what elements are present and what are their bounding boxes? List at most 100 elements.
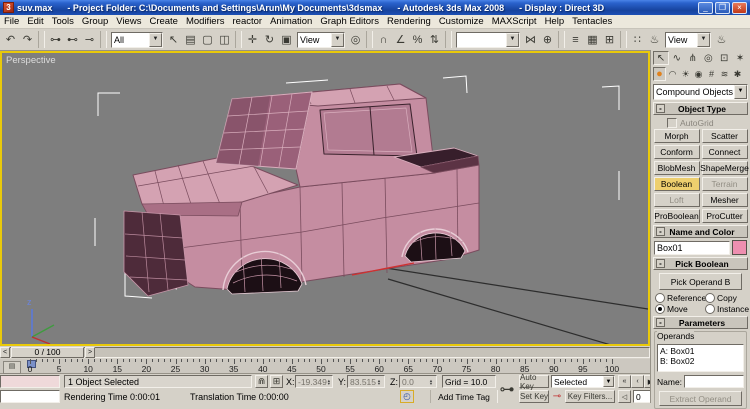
auto-key-button[interactable]: Auto Key [519,373,549,391]
name-color-rollout-header[interactable]: - Name and Color [653,225,748,238]
bind-to-space-warp-icon[interactable]: ⊸ [81,31,98,48]
named-selection-sets-dropdown[interactable]: ▼ [456,31,520,48]
time-slider-track[interactable] [0,347,650,358]
car-side-window[interactable] [319,103,418,157]
operand-item[interactable]: B: Box02 [660,356,741,366]
select-link-icon[interactable]: ⊶ [47,31,64,48]
collapse-icon[interactable]: - [656,227,665,236]
select-scale-icon[interactable]: ▣ [278,31,295,48]
key-mode-toggle-icon[interactable]: ◁ [618,390,631,403]
use-pivot-point-icon[interactable]: ◎ [347,31,364,48]
chevron-down-icon[interactable]: ▼ [734,85,747,99]
menu-customize[interactable]: Customize [435,16,488,28]
lights-category-icon[interactable]: ☀ [679,67,692,81]
time-slider-prev-button[interactable]: < [0,347,10,358]
previous-frame-button[interactable]: ‹ [631,375,644,388]
time-slider-handle[interactable]: 0 / 100 [11,347,84,358]
proboolean-button[interactable]: ProBoolean [653,209,700,223]
chevron-down-icon[interactable]: ▼ [331,32,344,47]
quick-render-icon[interactable]: ♨ [713,31,730,48]
key-mode-dropdown[interactable]: Selected ▼ [551,375,615,388]
render-setup-icon[interactable]: ♨ [646,31,663,48]
chevron-down-icon[interactable]: ▼ [697,32,710,47]
render-type-dropdown[interactable]: View ▼ [665,31,711,48]
viewport-perspective[interactable]: Perspective z [0,51,650,346]
menu-maxscript[interactable]: MAXScript [488,16,541,28]
modify-tab-icon[interactable]: ∿ [669,51,685,65]
systems-category-icon[interactable]: ✱ [731,67,744,81]
radio-copy[interactable]: Copy [705,293,749,303]
menu-group[interactable]: Group [78,16,112,28]
morph-button[interactable]: Morph [653,129,700,143]
x-coordinate-field[interactable]: -19.349 ▲ ▼ [295,375,333,388]
pick-boolean-rollout-header[interactable]: - Pick Boolean [653,257,748,270]
angle-snap-icon[interactable]: ∠ [392,31,409,48]
parameters-rollout-header[interactable]: - Parameters [653,316,748,329]
curve-editor-icon[interactable]: ▦ [584,31,601,48]
pick-operand-b-button[interactable]: Pick Operand B [659,273,742,290]
menu-edit[interactable]: Edit [23,16,47,28]
key-filters-button[interactable]: Key Filters... [565,390,615,403]
conform-button[interactable]: Conform [653,145,700,159]
motion-tab-icon[interactable]: ◎ [701,51,717,65]
create-tab-icon[interactable]: ↖ [653,51,669,65]
operand-item[interactable]: A: Box01 [660,346,741,356]
display-tab-icon[interactable]: ⊡ [716,51,732,65]
scatter-button[interactable]: Scatter [701,129,748,143]
snap-toggle-icon[interactable]: ∩ [375,31,392,48]
select-rotate-icon[interactable]: ↻ [261,31,278,48]
collapse-icon[interactable]: - [656,259,665,268]
geometry-category-icon[interactable]: ● [653,67,666,81]
menu-tools[interactable]: Tools [48,16,78,28]
radio-instance[interactable]: Instance [705,304,749,314]
menu-file[interactable]: File [0,16,23,28]
object-color-swatch[interactable] [732,240,747,255]
object-type-rollout-header[interactable]: - Object Type [653,102,748,115]
shapemerge-button[interactable]: ShapeMerge [700,161,749,175]
layer-manager-icon[interactable]: ≡ [567,31,584,48]
viewport-label[interactable]: Perspective [6,55,56,66]
set-key-icon[interactable]: ⊸ [551,390,563,403]
boolean-button[interactable]: Boolean [653,177,700,191]
add-time-tag-button[interactable]: Add Time Tag [430,390,498,403]
object-category-dropdown[interactable]: Compound Objects ▼ [653,84,748,100]
percent-snap-icon[interactable]: % [409,31,426,48]
align-icon[interactable]: ⊕ [539,31,556,48]
track-bar[interactable]: ▤ 0 5 10 15 20 25 30 35 40 45 50 55 60 65 70 75 80 85 90 95… [0,359,650,374]
menu-reactor[interactable]: reactor [229,16,267,28]
reference-coordinate-dropdown[interactable]: View ▼ [297,31,345,48]
keyframe-lock-icon[interactable]: ⊶ [498,376,516,402]
menu-views[interactable]: Views [112,16,145,28]
material-editor-icon[interactable]: ∷ [629,31,646,48]
radio-reference[interactable]: Reference [655,293,706,303]
time-tag-clock-icon[interactable]: ◴ [400,390,414,403]
maxscript-listener-pink[interactable] [0,375,60,388]
menu-graph-editors[interactable]: Graph Editors [316,16,383,28]
menu-create[interactable]: Create [145,16,182,28]
object-name-field[interactable]: Box01 [654,240,730,255]
car-front-grille[interactable] [123,210,189,297]
menu-animation[interactable]: Animation [266,16,316,28]
y-coordinate-field[interactable]: 83.515 ▲ ▼ [347,375,385,388]
helpers-category-icon[interactable]: # [705,67,718,81]
blobmesh-button[interactable]: BlobMesh [653,161,700,175]
collapse-icon[interactable]: - [656,318,665,327]
chevron-down-icon[interactable]: ▼ [506,32,519,47]
shapes-category-icon[interactable]: ◠ [666,67,679,81]
time-slider-next-button[interactable]: > [85,347,95,358]
chevron-down-icon[interactable]: ▼ [149,32,162,47]
operands-list[interactable]: A: Box01 B: Box02 [657,344,744,372]
selection-filter-dropdown[interactable]: All ▼ [111,31,163,48]
select-move-icon[interactable]: ✛ [244,31,261,48]
select-object-icon[interactable]: ↖ [165,31,182,48]
close-button[interactable]: × [732,1,747,14]
maxscript-listener-white[interactable] [0,390,60,403]
z-coordinate-field[interactable]: 0.0 ▲ ▼ [399,375,437,388]
radio-move[interactable]: Move [655,304,705,314]
menu-help[interactable]: Help [541,16,569,28]
open-mini-trackbar-button[interactable]: ▤ [3,361,21,374]
unlink-selection-icon[interactable]: ⊷ [64,31,81,48]
set-key-button[interactable]: Set Key [519,390,549,403]
spinner-snap-icon[interactable]: ⇅ [426,31,443,48]
go-to-start-button[interactable]: « [618,375,631,388]
